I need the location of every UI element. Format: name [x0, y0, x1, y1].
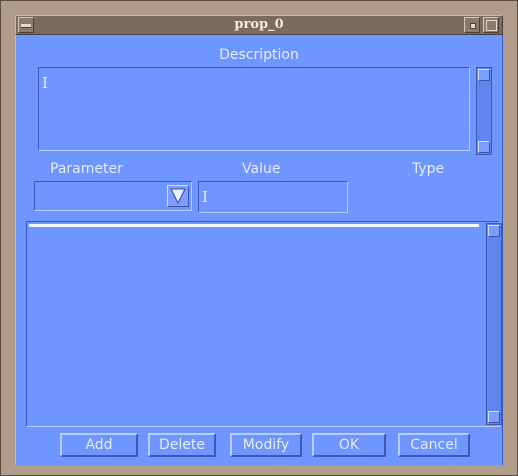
cancel-button[interactable]: Cancel	[398, 433, 470, 457]
window-title: prop_0	[234, 17, 284, 32]
modify-button[interactable]: Modify	[230, 433, 302, 457]
value-input[interactable]: I	[198, 181, 348, 213]
scroll-down-arrow-icon[interactable]	[488, 411, 500, 423]
minimize-icon	[470, 23, 476, 29]
add-button[interactable]: Add	[60, 433, 138, 457]
scroll-up-arrow-icon[interactable]	[488, 225, 500, 237]
text-cursor-icon: I	[42, 74, 48, 92]
type-header: Type	[412, 161, 445, 177]
parameter-select[interactable]	[34, 181, 192, 211]
scroll-down-arrow-icon[interactable]	[478, 141, 490, 153]
list-scrollbar[interactable]	[486, 223, 502, 425]
minimize-button[interactable]	[464, 17, 480, 33]
dialog-window: prop_0 Description I Parameter Value Typ…	[0, 0, 518, 476]
title-bar[interactable]: prop_0	[15, 15, 503, 35]
ok-button[interactable]: OK	[312, 433, 386, 457]
dropdown-arrow-button[interactable]	[167, 185, 189, 207]
delete-button[interactable]: Delete	[148, 433, 216, 457]
dialog-client-area: Description I Parameter Value Type I Add…	[15, 35, 503, 465]
maximize-button[interactable]	[483, 17, 499, 33]
maximize-icon	[486, 20, 497, 31]
description-label: Description	[219, 47, 299, 63]
parameter-list[interactable]	[26, 221, 500, 427]
scroll-up-arrow-icon[interactable]	[478, 69, 490, 81]
value-header: Value	[242, 161, 281, 177]
chevron-down-icon	[170, 188, 186, 205]
description-textarea[interactable]: I	[38, 67, 470, 151]
text-cursor-icon: I	[202, 188, 208, 206]
description-scrollbar[interactable]	[476, 67, 492, 155]
list-header-line	[29, 224, 479, 227]
parameter-header: Parameter	[50, 161, 123, 177]
